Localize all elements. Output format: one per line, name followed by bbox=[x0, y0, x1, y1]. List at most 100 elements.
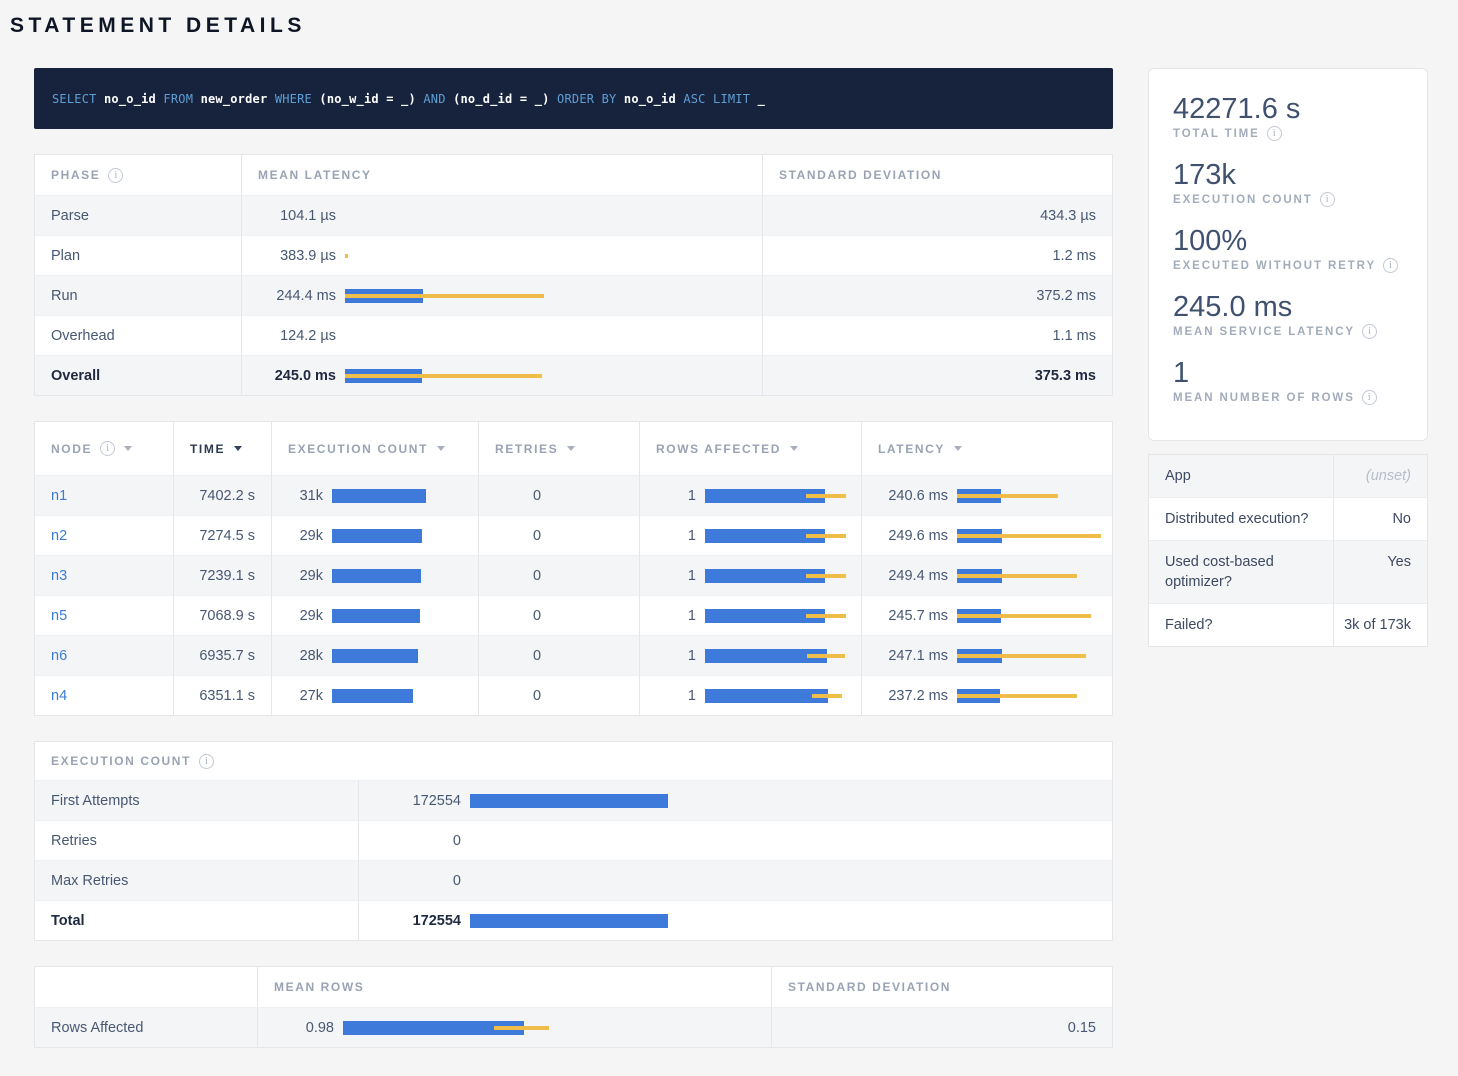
mean-bar bbox=[332, 689, 413, 703]
attribute-row-cost-based-optimizer: Used cost-based optimizer? Yes bbox=[1149, 540, 1427, 603]
latency-cell: 240.6 ms bbox=[861, 475, 1112, 515]
mean-rows-bar-chart bbox=[343, 1021, 763, 1035]
stdev-whisker bbox=[806, 494, 847, 498]
node-link[interactable]: n2 bbox=[51, 528, 67, 544]
node-link[interactable]: n1 bbox=[51, 488, 67, 504]
column-header-label: MEAN LATENCY bbox=[258, 168, 372, 182]
execution-count-value: 29k bbox=[288, 568, 323, 584]
info-icon[interactable] bbox=[1383, 258, 1398, 273]
column-header-retries[interactable]: RETRIES bbox=[478, 422, 639, 475]
column-header-phase: PHASE bbox=[35, 155, 241, 195]
execution-count-cell: 29k bbox=[271, 515, 478, 555]
count-cell: 172554 bbox=[358, 900, 1112, 940]
info-icon[interactable] bbox=[108, 168, 123, 183]
latency-cell: 249.4 ms bbox=[861, 555, 1112, 595]
rows-affected-value: 1 bbox=[656, 648, 696, 664]
time-value: 6935.7 s bbox=[173, 635, 271, 675]
execution-count-value: 29k bbox=[288, 528, 323, 544]
execution-count-bar-chart bbox=[332, 689, 477, 703]
stat-label: EXECUTION COUNT bbox=[1173, 194, 1313, 206]
sql-token: AND bbox=[423, 92, 445, 106]
count-value: 172554 bbox=[375, 793, 461, 809]
stat-execution-count: 173k EXECUTION COUNT bbox=[1173, 159, 1403, 207]
node-link[interactable]: n3 bbox=[51, 568, 67, 584]
execution-count-table: EXECUTION COUNT First Attempts 172554 Re… bbox=[34, 741, 1113, 941]
latency-value: 249.4 ms bbox=[878, 568, 948, 584]
execution-count-cell: 28k bbox=[271, 635, 478, 675]
mean-latency-value: 124.2 µs bbox=[258, 328, 336, 344]
stdev-value: 1.1 ms bbox=[762, 315, 1112, 355]
column-header-label: STANDARD DEVIATION bbox=[779, 168, 942, 182]
count-bar-chart bbox=[470, 874, 1110, 888]
mean-bar bbox=[470, 794, 668, 808]
execution-count-value: 29k bbox=[288, 608, 323, 624]
table-row: Overhead 124.2 µs 1.1 ms bbox=[35, 315, 1112, 355]
column-header-label: MEAN ROWS bbox=[274, 980, 364, 994]
node-link[interactable]: n4 bbox=[51, 688, 67, 704]
column-header-label: ROWS AFFECTED bbox=[656, 442, 781, 456]
attribute-value: (unset) bbox=[1333, 455, 1427, 497]
execution-count-cell: 29k bbox=[271, 555, 478, 595]
info-icon[interactable] bbox=[1320, 192, 1335, 207]
mean-latency-cell: 124.2 µs bbox=[241, 315, 762, 355]
count-value: 0 bbox=[375, 873, 461, 889]
statement-details-page: STATEMENT DETAILS SELECT no_o_id FROM ne… bbox=[0, 14, 1458, 1048]
count-bar-chart bbox=[470, 794, 1110, 808]
rows-affected-value: 1 bbox=[656, 568, 696, 584]
table-row: Max Retries 0 bbox=[35, 860, 1112, 900]
sql-token: (no_d_id = _) bbox=[453, 92, 550, 106]
phase-table-header: PHASE MEAN LATENCY STANDARD DEVIATION bbox=[35, 155, 1112, 195]
column-header-standard-deviation: STANDARD DEVIATION bbox=[762, 155, 1112, 195]
row-label: Rows Affected bbox=[35, 1007, 257, 1047]
column-header-time[interactable]: TIME bbox=[173, 422, 271, 475]
retries-value: 0 bbox=[478, 555, 639, 595]
node-table-header: NODE TIME EXECUTION COUNT RETRIES bbox=[35, 422, 1112, 475]
rows-affected-cell: 1 bbox=[639, 675, 861, 715]
info-icon[interactable] bbox=[199, 754, 214, 769]
retries-value: 0 bbox=[478, 675, 639, 715]
info-icon[interactable] bbox=[1362, 390, 1377, 405]
column-header-label: TIME bbox=[190, 442, 225, 456]
attribute-label: Used cost-based optimizer? bbox=[1149, 541, 1333, 603]
info-icon[interactable] bbox=[1267, 126, 1282, 141]
stdev-whisker bbox=[345, 254, 348, 258]
phase-name: Overhead bbox=[35, 315, 241, 355]
retries-value: 0 bbox=[478, 635, 639, 675]
rows-affected-value: 1 bbox=[656, 608, 696, 624]
retries-value: 0 bbox=[478, 595, 639, 635]
mean-rows-table-header: MEAN ROWS STANDARD DEVIATION bbox=[35, 967, 1112, 1007]
node-link[interactable]: n5 bbox=[51, 608, 67, 624]
column-header-latency[interactable]: LATENCY bbox=[861, 422, 1112, 475]
sql-token: ORDER BY bbox=[557, 92, 616, 106]
attribute-label: App bbox=[1149, 455, 1333, 497]
stat-value: 100% bbox=[1173, 225, 1403, 257]
stdev-whisker bbox=[806, 614, 847, 618]
mean-rows-table: MEAN ROWS STANDARD DEVIATION Rows Affect… bbox=[34, 966, 1113, 1048]
node-link[interactable]: n6 bbox=[51, 648, 67, 664]
time-value: 7068.9 s bbox=[173, 595, 271, 635]
stdev-whisker bbox=[806, 534, 847, 538]
sql-token: LIMIT bbox=[713, 92, 750, 106]
latency-value: 247.1 ms bbox=[878, 648, 948, 664]
latency-bar-chart bbox=[957, 689, 1107, 703]
column-header-mean-rows: MEAN ROWS bbox=[257, 967, 771, 1007]
statement-attributes-card: App (unset) Distributed execution? No Us… bbox=[1148, 454, 1428, 647]
rows-affected-bar-chart bbox=[705, 569, 855, 583]
table-row: Parse 104.1 µs 434.3 µs bbox=[35, 195, 1112, 235]
latency-cell: 247.1 ms bbox=[861, 635, 1112, 675]
column-header-label: STANDARD DEVIATION bbox=[788, 980, 951, 994]
mean-latency-cell: 383.9 µs bbox=[241, 235, 762, 275]
mean-latency-value: 104.1 µs bbox=[258, 208, 336, 224]
column-header-execution-count[interactable]: EXECUTION COUNT bbox=[271, 422, 478, 475]
info-icon[interactable] bbox=[1362, 324, 1377, 339]
column-header-node[interactable]: NODE bbox=[35, 422, 173, 475]
latency-value: 237.2 ms bbox=[878, 688, 948, 704]
node-table: NODE TIME EXECUTION COUNT RETRIES bbox=[34, 421, 1113, 716]
table-row: Plan 383.9 µs 1.2 ms bbox=[35, 235, 1112, 275]
info-icon[interactable] bbox=[100, 441, 115, 456]
latency-bar-chart bbox=[345, 209, 765, 223]
stat-mean-service-latency: 245.0 ms MEAN SERVICE LATENCY bbox=[1173, 291, 1403, 339]
phase-table: PHASE MEAN LATENCY STANDARD DEVIATION Pa… bbox=[34, 154, 1113, 396]
sql-token: _ bbox=[758, 92, 765, 106]
column-header-rows-affected[interactable]: ROWS AFFECTED bbox=[639, 422, 861, 475]
